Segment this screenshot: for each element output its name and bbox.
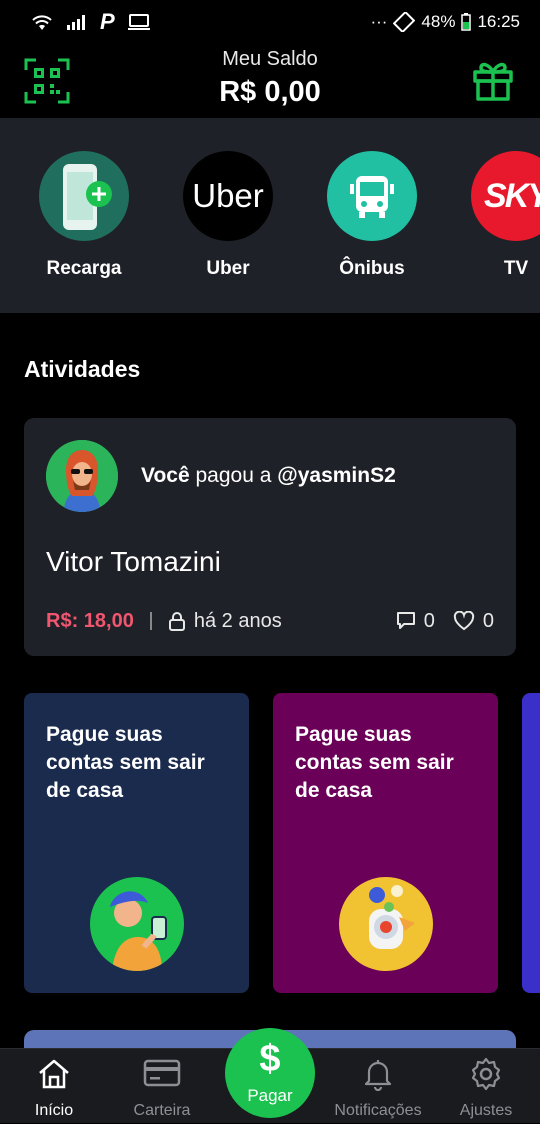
screen-cast-icon bbox=[127, 13, 151, 31]
tab-notificacoes[interactable]: Notificações bbox=[324, 1049, 432, 1124]
activity-note: Vitor Tomazini bbox=[46, 546, 221, 577]
service-recarga[interactable]: Recarga bbox=[29, 151, 139, 280]
activity-verb: pagou a bbox=[195, 464, 272, 487]
promo-title: Pague suas contas sem sair de casa bbox=[295, 723, 454, 802]
service-label: Uber bbox=[206, 258, 250, 279]
parking-app-icon: P bbox=[100, 9, 115, 34]
service-label: Recarga bbox=[46, 258, 122, 279]
gift-button[interactable] bbox=[472, 58, 514, 102]
signal-icon bbox=[66, 14, 88, 30]
tab-label: Notificações bbox=[334, 1102, 422, 1119]
like-button[interactable]: 0 bbox=[453, 610, 494, 633]
activity-reactions: 0 0 bbox=[396, 610, 494, 633]
bus-icon bbox=[327, 151, 417, 241]
pay-button[interactable]: $ Pagar bbox=[225, 1028, 315, 1118]
tab-label: Carteira bbox=[133, 1102, 191, 1119]
promo-illustration bbox=[339, 877, 433, 971]
service-tv[interactable]: SKY TV bbox=[461, 151, 540, 280]
promo-card-pay-bills[interactable]: Pague suas contas sem sair de casa bbox=[24, 693, 249, 993]
balance-label: Meu Saldo bbox=[222, 48, 318, 70]
battery-percent: 48% bbox=[421, 12, 456, 31]
tab-inicio[interactable]: Início bbox=[0, 1049, 108, 1124]
divider bbox=[149, 612, 152, 630]
service-label: Ônibus bbox=[339, 258, 405, 279]
pay-label: Pagar bbox=[247, 1086, 293, 1105]
wallet-card-icon bbox=[108, 1057, 216, 1093]
lock-icon bbox=[168, 612, 185, 631]
like-count: 0 bbox=[482, 609, 494, 632]
sky-logo: SKY bbox=[471, 151, 540, 241]
promo-illustration bbox=[90, 877, 184, 971]
activity-amount: R$: 18,00 bbox=[46, 609, 134, 632]
services-carousel[interactable]: Recarga Uber Uber Ônibus SKY TV bbox=[0, 118, 540, 313]
battery-icon bbox=[461, 13, 472, 31]
tab-label: Início bbox=[34, 1102, 74, 1119]
activity-card[interactable]: Você pagou a @yasminS2 Vitor Tomazini R$… bbox=[24, 418, 516, 656]
tab-ajustes[interactable]: Ajustes bbox=[432, 1049, 540, 1124]
activities-title: Atividades bbox=[24, 356, 141, 382]
service-uber[interactable]: Uber Uber bbox=[173, 151, 283, 280]
gear-icon bbox=[432, 1057, 540, 1093]
comment-count: 0 bbox=[423, 609, 435, 632]
avatar[interactable] bbox=[46, 440, 118, 512]
comment-icon bbox=[396, 612, 415, 629]
activity-actor: Você bbox=[141, 464, 190, 487]
heart-icon bbox=[453, 611, 475, 631]
promo-card-pay-bills-2[interactable]: Pague suas contas sem sair de casa bbox=[273, 693, 498, 993]
status-bar: P ··· 48% 16:25 bbox=[0, 0, 540, 44]
activity-footer: R$: 18,00 há 2 anos 0 0 bbox=[46, 608, 494, 634]
activity-time: há 2 anos bbox=[168, 610, 282, 633]
activity-time-text: há 2 anos bbox=[193, 609, 282, 632]
gift-icon bbox=[473, 62, 513, 101]
comment-button[interactable]: 0 bbox=[396, 610, 435, 633]
home-icon bbox=[0, 1057, 108, 1093]
dollar-icon: $ bbox=[259, 1038, 281, 1080]
bell-icon bbox=[324, 1057, 432, 1093]
balance-header: Meu Saldo R$ 0,00 bbox=[0, 44, 540, 118]
clock: 16:25 bbox=[477, 12, 520, 31]
tab-carteira[interactable]: Carteira bbox=[108, 1049, 216, 1124]
phone-plus-icon bbox=[39, 151, 129, 241]
balance-value: R$ 0,00 bbox=[219, 76, 321, 108]
activity-target[interactable]: @yasminS2 bbox=[277, 464, 396, 487]
more-notifications-dots: ··· bbox=[370, 12, 388, 31]
wifi-icon bbox=[30, 13, 54, 31]
activity-description: Você pagou a @yasminS2 bbox=[141, 464, 396, 488]
promo-card-peek[interactable] bbox=[522, 693, 540, 993]
promo-title: Pague suas contas sem sair de casa bbox=[46, 723, 205, 802]
service-onibus[interactable]: Ônibus bbox=[317, 151, 427, 280]
rotate-icon bbox=[393, 12, 416, 32]
uber-logo: Uber bbox=[183, 151, 273, 241]
service-label: TV bbox=[503, 258, 529, 279]
tab-label: Ajustes bbox=[459, 1102, 513, 1119]
